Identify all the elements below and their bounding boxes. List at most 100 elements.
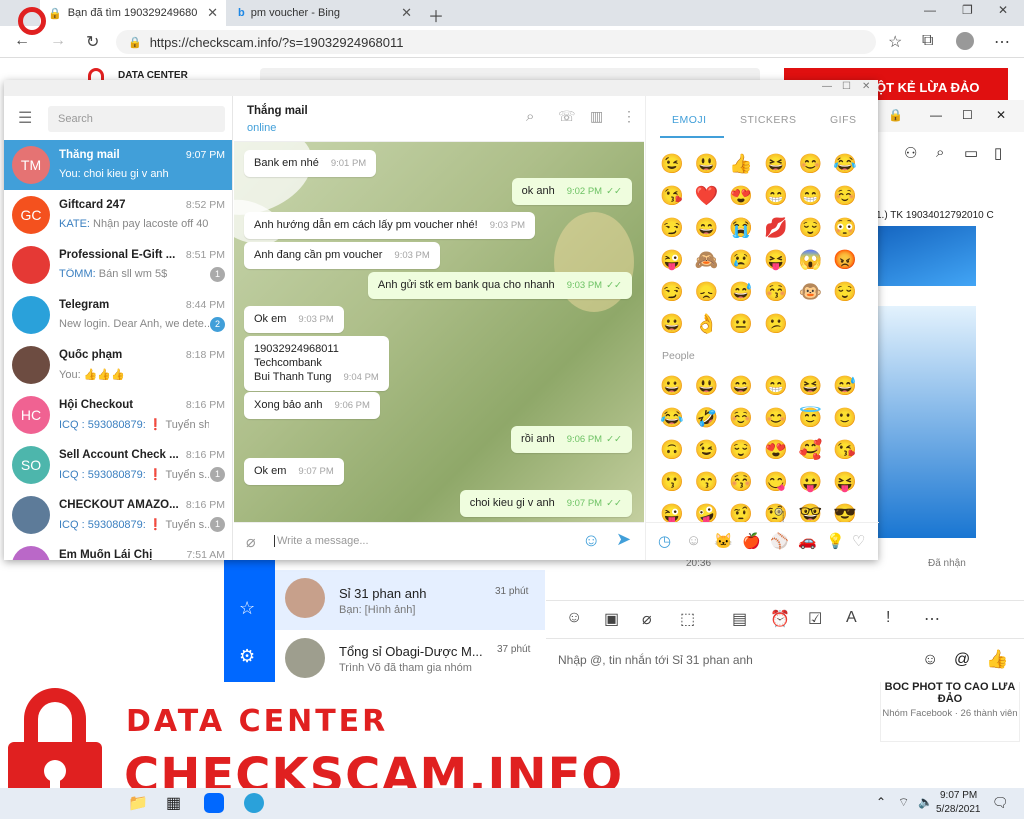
message-bubble[interactable]: Anh đang cần pm voucher 9:03 PM xyxy=(244,242,440,269)
reminder-icon[interactable]: ⏰ xyxy=(770,609,790,629)
restore-window-button[interactable]: ❐ xyxy=(962,3,973,17)
smiley-icon[interactable]: ☺ xyxy=(686,532,701,549)
recent-clock-icon[interactable]: ◷ xyxy=(658,532,671,550)
minimize-window-button[interactable]: — xyxy=(822,81,832,92)
chat-list-item[interactable]: TM Thắng mail 9:07 PM You: choi kieu gi v a… xyxy=(4,140,232,190)
thumbs-up-icon[interactable]: 👍 xyxy=(986,649,1008,670)
sidebar-toggle-icon[interactable]: ▥ xyxy=(590,108,603,125)
task-icon[interactable]: ☑ xyxy=(808,609,822,629)
telegram-app-icon[interactable] xyxy=(244,793,264,813)
close-window-button[interactable]: ✕ xyxy=(862,81,870,92)
lightbulb-icon[interactable]: 💡 xyxy=(826,532,845,550)
more-options-icon[interactable]: ⋯ xyxy=(924,609,940,629)
chat-contact-name[interactable]: Thắng mail xyxy=(247,105,308,117)
minimize-window-button[interactable]: — xyxy=(924,3,936,17)
format-text-icon[interactable]: A xyxy=(846,609,857,627)
browser-tab-2[interactable]: b pm voucher - Bing ✕ xyxy=(230,0,420,26)
heart-icon[interactable]: ♡ xyxy=(852,532,865,550)
collections-icon[interactable]: ⧉ xyxy=(922,32,933,50)
emoji-row[interactable]: 😜🤪🤨🧐🤓😎 xyxy=(660,502,868,522)
new-tab-button[interactable]: ＋ xyxy=(428,3,444,27)
animal-icon[interactable]: 🐱 xyxy=(714,532,733,550)
emoji-icon[interactable]: ☺ xyxy=(922,651,938,669)
refresh-icon[interactable]: ↻ xyxy=(86,32,99,52)
emoji-row[interactable]: 😀👌😐😕 xyxy=(660,312,799,336)
conversation-item[interactable]: Tổng sỉ Obagi-Dược M... 37 phút Trình Võ… xyxy=(275,632,545,682)
message-input[interactable]: Write a message... xyxy=(274,535,369,547)
send-icon[interactable]: ➤ xyxy=(616,529,631,550)
url-field[interactable]: 🔒 https://checkscam.info/?s=190329249680… xyxy=(116,30,876,54)
close-tab-icon[interactable]: ✕ xyxy=(401,5,412,21)
minimize-window-button[interactable]: — xyxy=(930,108,942,122)
message-bubble[interactable]: ok anh 9:02 PM ✓✓ xyxy=(511,178,632,205)
mention-icon[interactable]: @ xyxy=(954,651,970,669)
zalo-message-input[interactable]: Nhập @, tin nhắn tới Sỉ 31 phan anh ☺ @ … xyxy=(546,638,1024,682)
emoji-icon[interactable]: ☺ xyxy=(582,530,600,551)
menu-icon[interactable]: ☰ xyxy=(18,108,32,128)
emoji-row[interactable]: 😗😙😚😋😛😝 xyxy=(660,470,868,494)
screenshot-icon[interactable]: ⬚ xyxy=(680,609,695,629)
sticker-icon[interactable]: ☺ xyxy=(566,609,582,627)
message-bubble[interactable]: rồi anh 9:06 PM ✓✓ xyxy=(511,426,632,453)
clock-time[interactable]: 9:07 PM xyxy=(940,790,977,801)
shared-image[interactable] xyxy=(874,306,976,538)
lock-icon[interactable]: 🔒 xyxy=(888,108,903,122)
emoji-row[interactable]: 😉😃👍😆😊😂 xyxy=(660,152,868,176)
search-icon[interactable]: ⌕ xyxy=(936,144,944,161)
shared-image[interactable] xyxy=(874,226,976,286)
star-icon[interactable]: ☆ xyxy=(239,598,255,619)
message-bubble[interactable]: Ok em 9:03 PM xyxy=(244,306,344,333)
chat-list-item[interactable]: EC Em Muốn Lái Chị 7:51 AM xyxy=(4,540,232,560)
chat-list-item[interactable]: HC Hội Checkout 8:16 PM ICQ : 593080879: ❗ … xyxy=(4,390,232,440)
emoji-row[interactable]: 😏😄😭💋😌😳 xyxy=(660,216,868,240)
close-tab-icon[interactable]: ✕ xyxy=(207,5,218,21)
facebook-group-card[interactable]: BÓC PHỐT TỐ CÁO LỪA ĐẢO Nhóm Facebook · … xyxy=(880,672,1020,742)
zalo-app-icon[interactable] xyxy=(204,793,224,813)
conversation-item[interactable]: Sỉ 31 phan anh 31 phút Bạn: [Hình ảnh] xyxy=(275,570,545,630)
emoji-row[interactable]: 😂🤣☺️😊😇🙂 xyxy=(660,406,868,430)
settings-gear-icon[interactable]: ⚙ xyxy=(239,646,255,667)
tab-emoji[interactable]: EMOJI xyxy=(672,114,707,126)
favorites-icon[interactable]: ☆ xyxy=(888,32,902,52)
message-bubble[interactable]: Ok em 9:07 PM xyxy=(244,458,344,485)
chat-list-item[interactable]: Professional E-Gift ... 8:51 PM TÔMM: Bán … xyxy=(4,240,232,290)
emoji-row[interactable]: 😘❤️😍😁😁☺️ xyxy=(660,184,868,208)
store-icon[interactable]: ▦ xyxy=(166,793,181,813)
profile-avatar[interactable] xyxy=(956,32,974,50)
ball-icon[interactable]: ⚾ xyxy=(770,532,789,550)
restore-window-button[interactable]: ☐ xyxy=(962,108,973,122)
image-icon[interactable]: ▣ xyxy=(604,609,619,629)
tab-gifs[interactable]: GIFS xyxy=(830,114,857,126)
chat-list-item[interactable]: Quốc phạm 8:18 PM You: 👍👍👍 xyxy=(4,340,232,390)
food-icon[interactable]: 🍎 xyxy=(742,532,761,550)
car-icon[interactable]: 🚗 xyxy=(798,532,817,550)
forward-arrow-icon[interactable]: → xyxy=(50,32,66,50)
message-bubble[interactable]: Anh gửi stk em bank qua cho nhanh 9:03 PM… xyxy=(367,272,632,299)
notification-icon[interactable]: 🗨 xyxy=(992,795,1009,811)
message-bubble[interactable]: Xong bảo anh 9:06 PM xyxy=(244,392,380,419)
network-icon[interactable]: ⌔ xyxy=(898,795,909,810)
search-icon[interactable]: ⌕ xyxy=(526,108,534,125)
volume-icon[interactable]: 🔈 xyxy=(918,795,933,809)
message-bubble[interactable]: choi kieu gi v anh 9:07 PM ✓✓ xyxy=(459,490,632,517)
urgent-icon[interactable]: ! xyxy=(886,609,890,627)
emoji-row[interactable]: 😀😃😄😁😆😅 xyxy=(660,374,868,398)
emoji-row[interactable]: 😏😞😅😚🐵😌 xyxy=(660,280,868,304)
message-bubble[interactable]: Bank em nhé 9:01 PM xyxy=(244,150,377,177)
chat-list-item[interactable]: GC Giftcard 247 8:52 PM KATE: Nhận pay laco… xyxy=(4,190,232,240)
chat-list-item[interactable]: CHECKOUT AMAZO... 8:16 PM ICQ : 593080879:… xyxy=(4,490,232,540)
sidebar-toggle-icon[interactable]: ▯ xyxy=(994,144,1002,162)
search-input[interactable]: Search xyxy=(48,106,225,132)
add-member-icon[interactable]: ⚇ xyxy=(904,144,917,162)
chat-list-item[interactable]: SO Sell Account Check ... 8:16 PM ICQ : 593… xyxy=(4,440,232,490)
clock-date[interactable]: 5/28/2021 xyxy=(936,804,981,815)
close-window-button[interactable]: ✕ xyxy=(996,108,1006,122)
attachment-icon[interactable]: ⌀ xyxy=(642,609,652,629)
browser-tab-1[interactable]: 🔒 Bạn đã tìm 19032924968011 - Ch ✕ xyxy=(40,0,226,26)
file-explorer-icon[interactable]: 📁 xyxy=(128,793,148,813)
emoji-row[interactable]: 😜🙈😢😝😱😡 xyxy=(660,248,868,272)
contact-card-icon[interactable]: ▤ xyxy=(732,609,747,629)
phone-icon[interactable]: ☏ xyxy=(558,108,576,125)
more-options-icon[interactable]: ⋯ xyxy=(994,32,1010,52)
attachment-icon[interactable]: ⌀ xyxy=(246,532,256,552)
